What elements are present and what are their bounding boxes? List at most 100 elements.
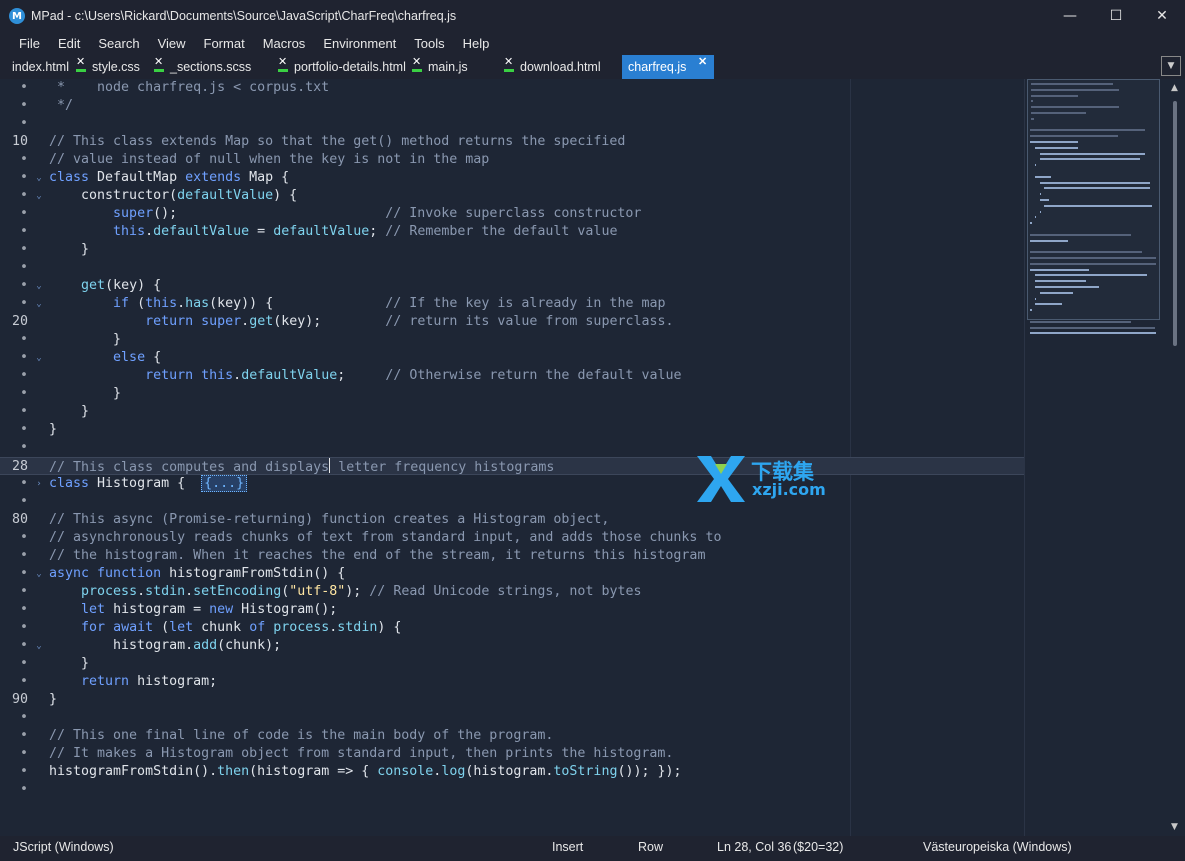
code-line[interactable]: • // asynchronously reads chunks of text … (0, 529, 1024, 547)
code-line[interactable]: 90} (0, 691, 1024, 709)
code-line[interactable]: • // This one final line of code is the m… (0, 727, 1024, 745)
menu-search[interactable]: Search (89, 32, 148, 55)
code-line[interactable]: • (0, 115, 1024, 133)
scroll-down-icon[interactable]: ▼ (1171, 822, 1178, 832)
tab-list-dropdown-icon[interactable]: ▼ (1161, 56, 1181, 76)
menu-tools[interactable]: Tools (405, 32, 453, 55)
menu-environment[interactable]: Environment (314, 32, 405, 55)
scroll-up-icon[interactable]: ▲ (1171, 83, 1178, 93)
code-line[interactable]: • this.defaultValue = defaultValue; // R… (0, 223, 1024, 241)
code-line[interactable]: • */ (0, 97, 1024, 115)
code-text: * node charfreq.js < corpus.txt (49, 80, 330, 95)
fold-expanded-icon[interactable]: ⌄ (34, 169, 44, 187)
code-line[interactable]: • (0, 259, 1024, 277)
minimap-line (1031, 88, 1120, 91)
code-line[interactable]: • (0, 439, 1024, 457)
tab-download-html[interactable]: download.html (508, 55, 622, 79)
scrollbar-thumb[interactable] (1173, 101, 1177, 346)
maximize-button[interactable]: ☐ (1093, 0, 1139, 32)
fold-expanded-icon[interactable]: ⌄ (34, 277, 44, 295)
fold-expanded-icon[interactable]: ⌄ (34, 187, 44, 205)
code-line[interactable]: • } (0, 385, 1024, 403)
code-editor[interactable]: • * node charfreq.js < corpus.txt • */• 10… (0, 79, 1024, 836)
close-button[interactable]: ✕ (1139, 0, 1185, 32)
code-line[interactable]: • ⌄ class DefaultMap extends Map { (0, 169, 1024, 187)
fold-collapsed-icon[interactable]: › (34, 475, 44, 493)
tab-charfreq-js[interactable]: charfreq.js ✕ (622, 55, 714, 79)
menu-format[interactable]: Format (195, 32, 254, 55)
code-line[interactable]: • ⌄ constructor(defaultValue) { (0, 187, 1024, 205)
line-number: • (19, 152, 28, 167)
line-number: • (19, 602, 28, 617)
status-position: Ln 28, Col 36 (717, 840, 792, 854)
tab-style-css[interactable]: style.css (80, 55, 158, 79)
code-line[interactable]: • histogramFromStdin().then(histogram => … (0, 763, 1024, 781)
tab--sections-scss[interactable]: _sections.scss (158, 55, 282, 79)
code-line[interactable]: • // value instead of null when the key i… (0, 151, 1024, 169)
tab-close-icon[interactable]: ✕ (698, 57, 707, 68)
code-line[interactable]: • // It makes a Histogram object from sta… (0, 745, 1024, 763)
watermark: 下载集 xzji.com (695, 454, 835, 504)
line-number: • (19, 674, 28, 689)
code-line[interactable]: • ⌄ histogram.add(chunk); (0, 637, 1024, 655)
code-line[interactable]: • * node charfreq.js < corpus.txt (0, 79, 1024, 97)
minimap[interactable] (1024, 79, 1167, 836)
status-language[interactable]: JScript (Windows) (13, 836, 114, 858)
menu-view[interactable]: View (149, 32, 195, 55)
status-bar: JScript (Windows) Insert Row Ln 28, Col … (0, 836, 1185, 861)
menu-help[interactable]: Help (454, 32, 499, 55)
code-text: return super.get(key); // return its val… (145, 314, 674, 329)
code-line[interactable]: • ⌄ else { (0, 349, 1024, 367)
code-line[interactable]: 28// This class computes and displays le… (0, 457, 1024, 475)
code-line[interactable]: • } (0, 403, 1024, 421)
code-line[interactable]: • process.stdin.setEncoding("utf-8"); //… (0, 583, 1024, 601)
code-line[interactable]: • // the histogram. When it reaches the e… (0, 547, 1024, 565)
code-text: if (this.has(key)) { // If the key is al… (113, 296, 666, 311)
tab-label: _sections.scss (170, 60, 252, 74)
minimap-line (1031, 112, 1086, 114)
code-text: histogramFromStdin().then(histogram => {… (49, 764, 682, 779)
menu-edit[interactable]: Edit (49, 32, 89, 55)
code-line[interactable]: • › class Histogram { {...} (0, 475, 1024, 493)
fold-expanded-icon[interactable]: ⌄ (34, 295, 44, 313)
code-line[interactable]: • for await (let chunk of process.stdin)… (0, 619, 1024, 637)
code-line[interactable]: • } (0, 655, 1024, 673)
minimap-line (1031, 94, 1078, 97)
code-line[interactable]: 10 // This class extends Map so that the … (0, 133, 1024, 151)
code-line[interactable]: 80 // This async (Promise-returning) func… (0, 511, 1024, 529)
minimize-button[interactable]: — (1047, 0, 1093, 32)
status-selection-mode[interactable]: Row (638, 836, 663, 858)
minimap-line (1030, 326, 1155, 329)
status-mode[interactable]: Insert (552, 836, 583, 858)
code-line[interactable]: • (0, 709, 1024, 727)
code-line[interactable]: • } (0, 331, 1024, 349)
line-number: • (19, 710, 28, 725)
window-title: MPad - c:\Users\Rickard\Documents\Source… (31, 9, 457, 23)
minimap-line (1031, 83, 1113, 85)
tab-index-html[interactable]: index.html (0, 55, 80, 79)
code-line[interactable]: •} (0, 421, 1024, 439)
fold-expanded-icon[interactable]: ⌄ (34, 565, 44, 583)
tab-main-js[interactable]: main.js (416, 55, 508, 79)
line-number: • (19, 638, 28, 653)
vertical-scrollbar[interactable]: ▲ ▼ (1167, 79, 1185, 836)
code-line[interactable]: • ⌄ if (this.has(key)) { // If the key is… (0, 295, 1024, 313)
code-line[interactable]: • let histogram = new Histogram(); (0, 601, 1024, 619)
code-line[interactable]: • (0, 781, 1024, 799)
minimap-line (1034, 146, 1078, 149)
code-text: // This async (Promise-returning) functi… (49, 512, 610, 527)
fold-expanded-icon[interactable]: ⌄ (34, 349, 44, 367)
code-line[interactable]: • } (0, 241, 1024, 259)
menu-file[interactable]: File (10, 32, 49, 55)
status-encoding[interactable]: Västeuropeiska (Windows) (923, 836, 1072, 858)
code-line[interactable]: • (0, 493, 1024, 511)
code-line[interactable]: • ⌄ async function histogramFromStdin() { (0, 565, 1024, 583)
code-line[interactable]: • return this.defaultValue; // Otherwise… (0, 367, 1024, 385)
menu-macros[interactable]: Macros (254, 32, 315, 55)
tab-portfolio-details-html[interactable]: portfolio-details.html (282, 55, 416, 79)
code-line[interactable]: • return histogram; (0, 673, 1024, 691)
fold-expanded-icon[interactable]: ⌄ (34, 637, 44, 655)
code-line[interactable]: 20 return super.get(key); // return its … (0, 313, 1024, 331)
code-line[interactable]: • ⌄ get(key) { (0, 277, 1024, 295)
code-line[interactable]: • super(); // Invoke superclass construc… (0, 205, 1024, 223)
